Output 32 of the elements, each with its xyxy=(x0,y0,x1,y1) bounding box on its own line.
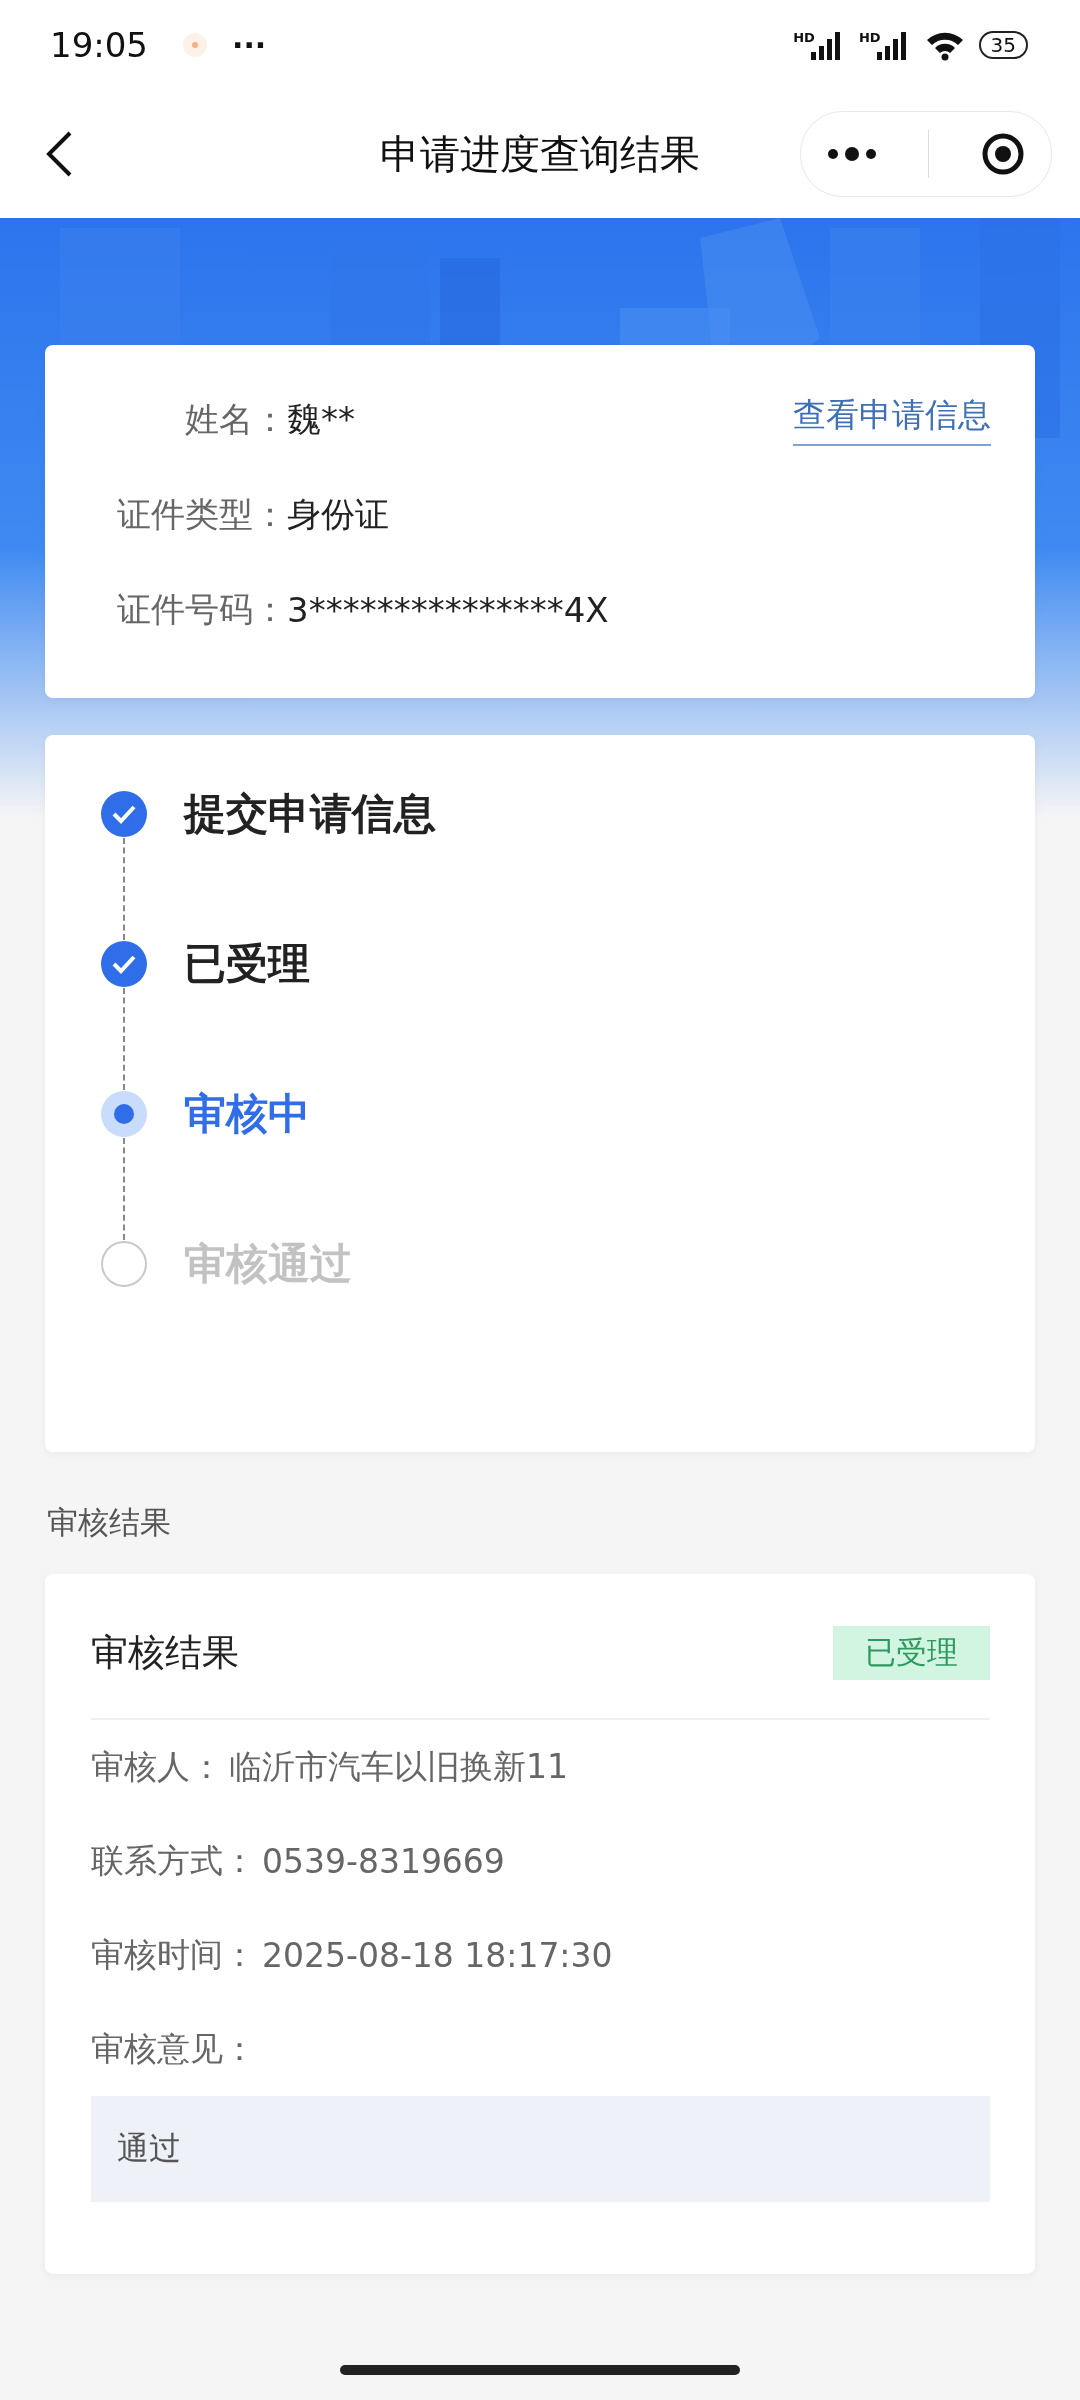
field-value: 0539-8319669 xyxy=(262,1841,505,1881)
page-title: 申请进度查询结果 xyxy=(380,129,700,179)
network-label: HD xyxy=(793,30,815,45)
more-icon[interactable] xyxy=(826,146,877,162)
field-value: 2025-08-18 18:17:30 xyxy=(262,1935,613,1975)
step-label: 审核通过 xyxy=(184,1240,352,1288)
app-notification-icon xyxy=(182,32,208,58)
step-label: 提交申请信息 xyxy=(184,790,436,838)
more-notifications: ··· xyxy=(232,27,267,63)
field-value: 临沂市汽车以旧换新11 xyxy=(229,1745,568,1788)
back-icon[interactable] xyxy=(44,130,74,178)
step-label: 审核中 xyxy=(184,1090,310,1138)
battery-level: 35 xyxy=(978,31,1028,59)
field-value: 魏** xyxy=(287,397,355,441)
close-icon[interactable] xyxy=(981,132,1026,176)
network-label: HD xyxy=(858,30,881,45)
view-application-link[interactable]: 查看申请信息 xyxy=(793,393,991,446)
field-value: 身份证 xyxy=(287,492,389,536)
field-label: 证件类型： xyxy=(116,492,287,536)
field-value: 3***************4X xyxy=(287,589,609,630)
field-label: 姓名： xyxy=(184,397,287,441)
status-time: 19:05 xyxy=(50,25,148,65)
field-label: 审核时间： xyxy=(91,1933,256,1976)
field-label: 证件号码： xyxy=(116,587,287,631)
result-title: 审核结果 xyxy=(91,1630,239,1676)
status-badge: 已受理 xyxy=(833,1626,990,1680)
field-label: 联系方式： xyxy=(91,1839,256,1882)
step-label: 已受理 xyxy=(184,940,310,988)
field-label: 审核意见： xyxy=(91,2027,256,2070)
opinion-box: 通过 xyxy=(91,2096,990,2202)
field-label: 审核人： xyxy=(91,1745,223,1788)
section-title: 审核结果 xyxy=(47,1503,172,1542)
